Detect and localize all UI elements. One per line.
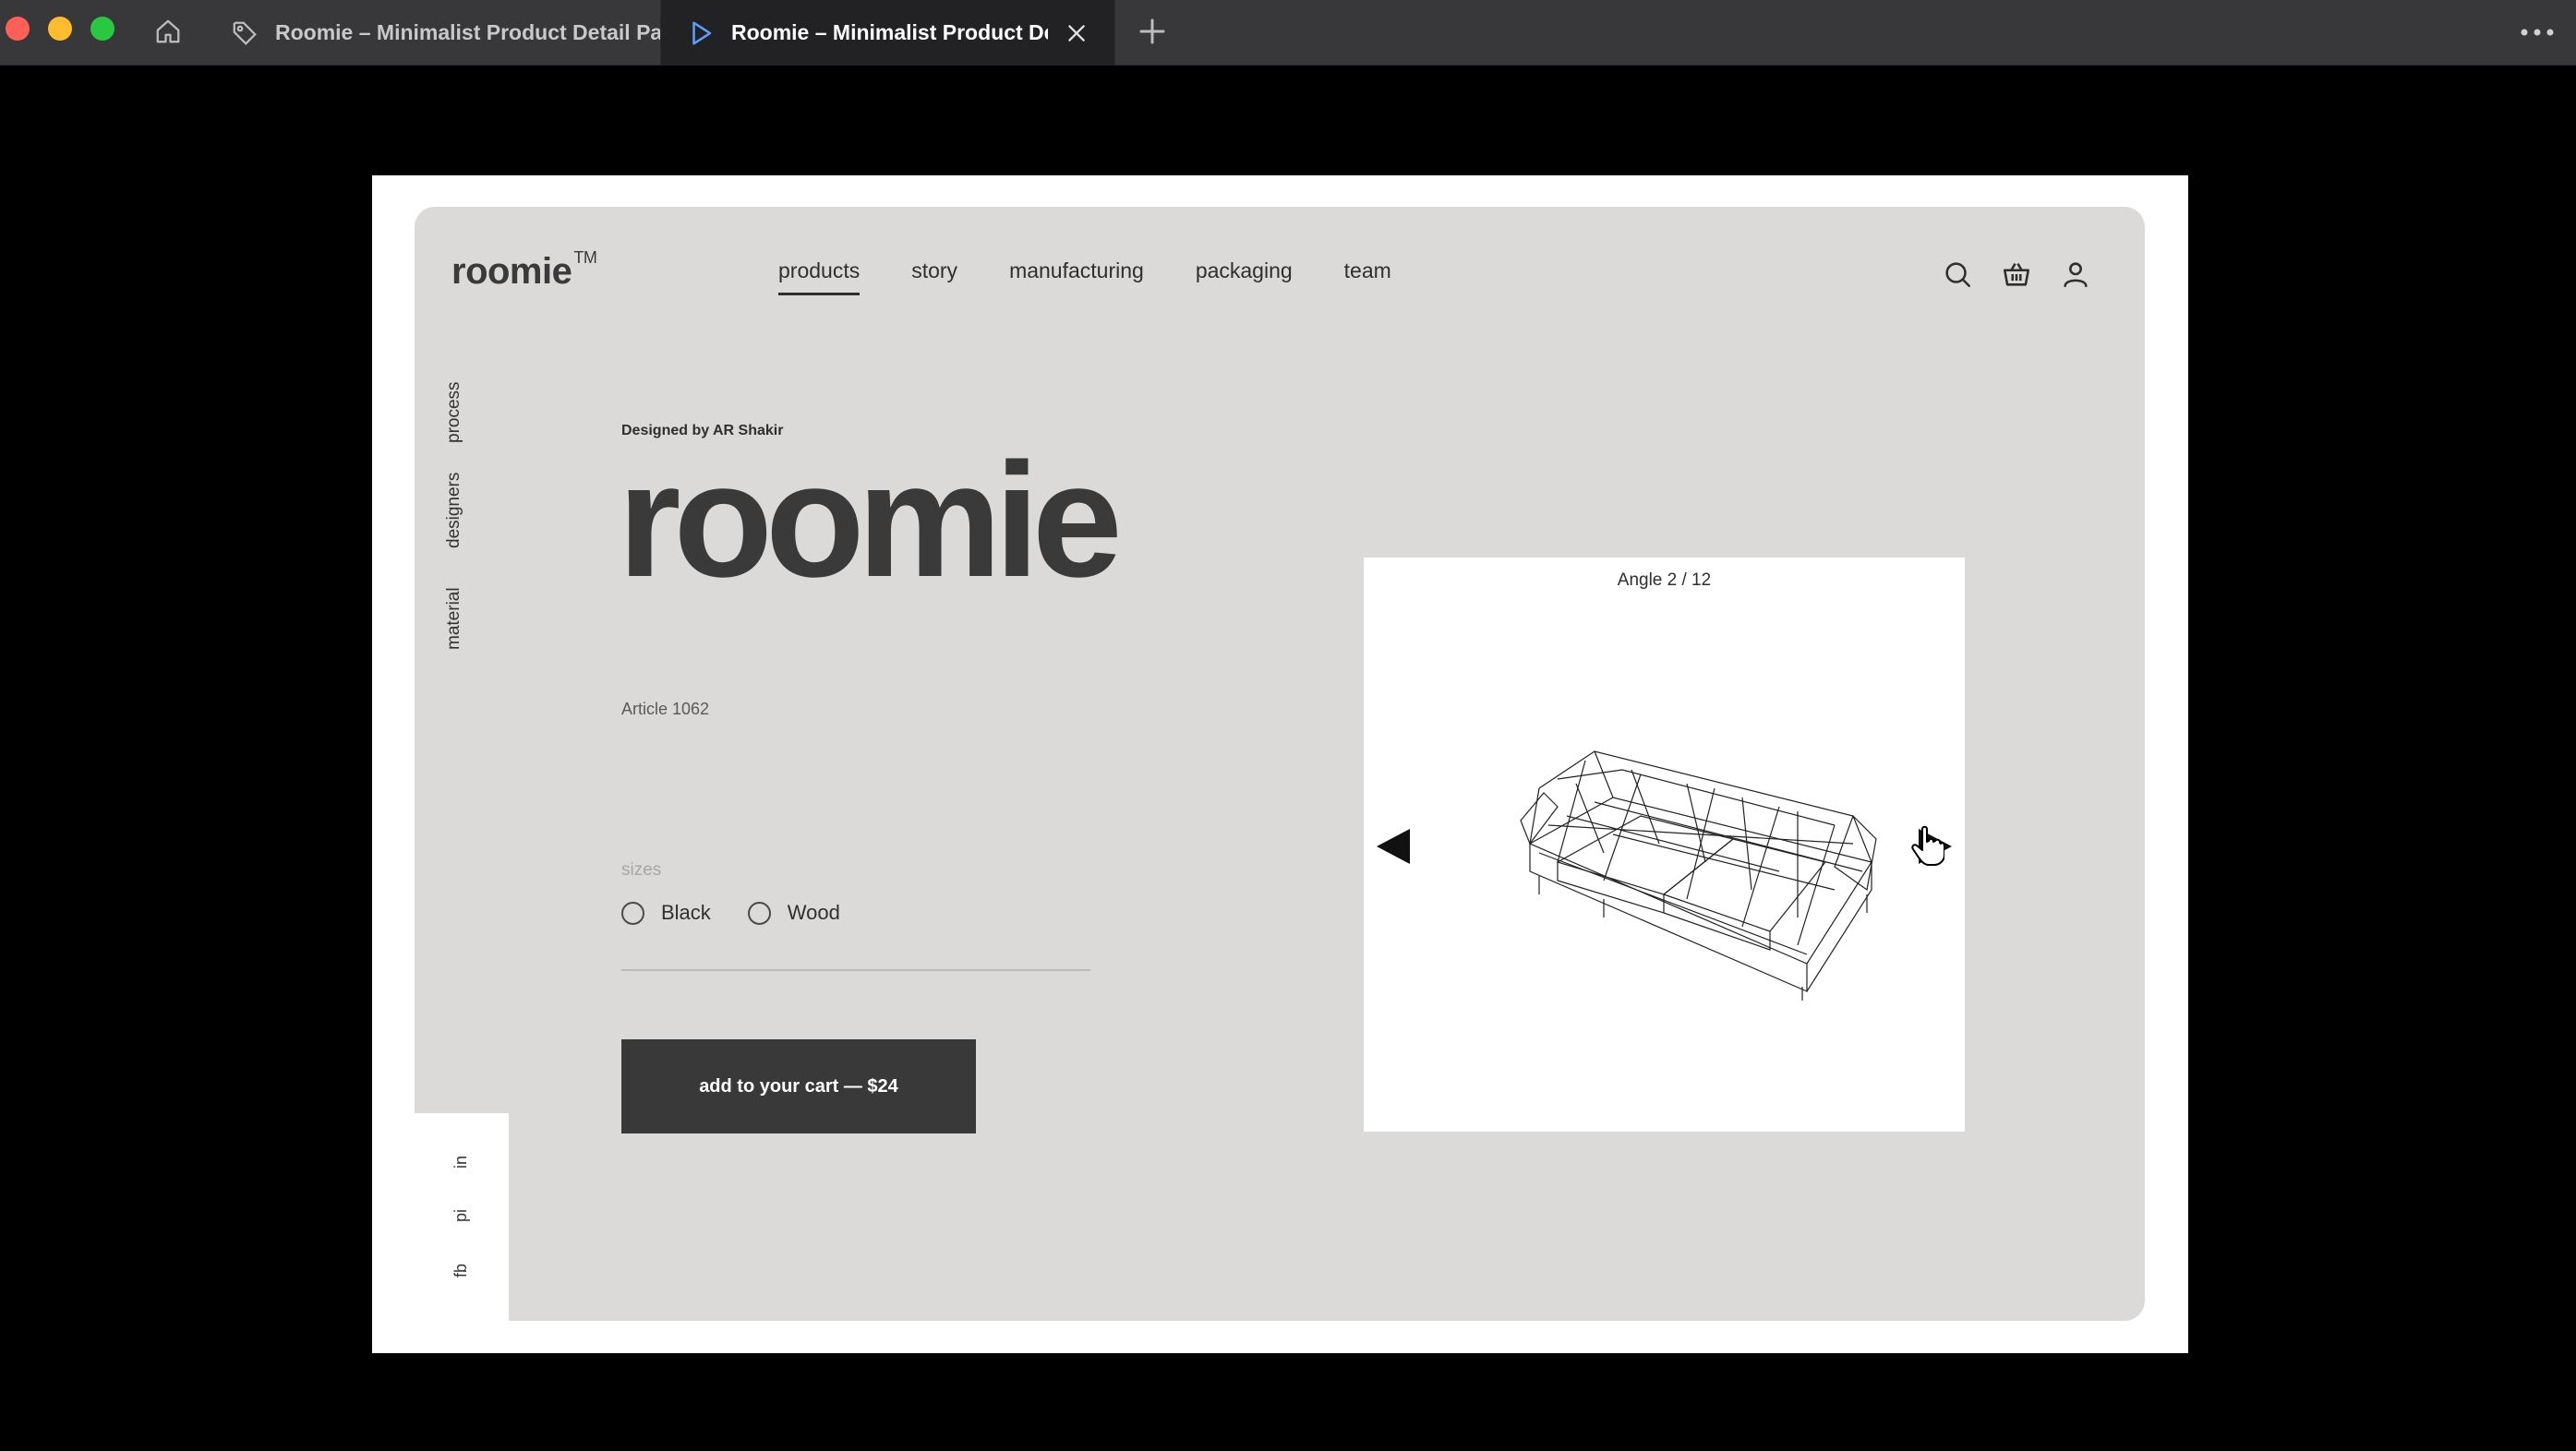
browser-chrome: Roomie – Minimalist Product Detail Page … — [0, 0, 2576, 66]
search-icon[interactable] — [1942, 258, 1973, 290]
add-to-cart-button[interactable]: add to your cart — $24 — [621, 1039, 976, 1133]
social-links: in pi fb — [415, 1113, 509, 1321]
article-number: Article 1062 — [621, 700, 710, 718]
tab-title: Roomie – Minimalist Product Detail Page — [731, 20, 1048, 44]
user-icon[interactable] — [2060, 258, 2091, 290]
social-link-pi[interactable]: pi — [451, 1209, 471, 1222]
new-tab-icon[interactable] — [1136, 15, 1169, 48]
option-wood[interactable]: Wood — [747, 901, 840, 925]
option-label: Black — [661, 901, 711, 924]
home-icon — [156, 19, 180, 43]
product-title: roomie — [618, 430, 1123, 611]
option-label: Wood — [787, 901, 840, 924]
size-options: Black Wood — [621, 901, 877, 925]
option-black[interactable]: Black — [621, 901, 711, 925]
side-link-process[interactable]: process — [444, 381, 464, 443]
nav-products[interactable]: products — [778, 258, 861, 295]
play-icon — [692, 21, 712, 44]
tag-icon — [233, 21, 257, 45]
basket-icon[interactable] — [2001, 258, 2032, 290]
divider — [621, 969, 1090, 971]
maximize-window-button[interactable] — [90, 17, 114, 41]
side-link-designers[interactable]: designers — [444, 473, 464, 548]
side-links: process designers material — [444, 378, 481, 665]
close-tab-icon[interactable] — [1065, 21, 1089, 45]
product-card: roomie TM products story manufacturing pa… — [415, 207, 2145, 1321]
side-link-material[interactable]: material — [444, 587, 464, 650]
tab-title: Roomie – Minimalist Product Detail Page — [275, 20, 660, 44]
radio-black[interactable] — [621, 901, 644, 925]
browser-tab-1[interactable]: Roomie – Minimalist Product Detail Page — [205, 0, 661, 66]
nav-packaging[interactable]: packaging — [1196, 258, 1293, 295]
minimize-window-button[interactable] — [48, 17, 72, 41]
header-actions — [1942, 258, 2091, 290]
close-window-button[interactable] — [6, 17, 30, 41]
social-link-in[interactable]: in — [451, 1156, 471, 1169]
more-options-icon[interactable] — [2519, 20, 2556, 44]
page-frame: roomie TM products story manufacturing pa… — [372, 175, 2188, 1353]
social-link-fb[interactable]: fb — [451, 1264, 471, 1277]
nav-team[interactable]: team — [1344, 258, 1391, 295]
product-viewer[interactable]: Angle 2 / 12 — [1364, 558, 1965, 1132]
home-button[interactable] — [148, 13, 188, 50]
nav-manufacturing[interactable]: manufacturing — [1009, 258, 1144, 295]
hand-cursor-icon — [1911, 825, 1944, 866]
sizes-label: sizes — [621, 860, 662, 880]
previous-angle-icon[interactable] — [1373, 825, 1415, 868]
nav-story[interactable]: story — [911, 258, 957, 295]
site-logo[interactable]: roomie TM — [451, 247, 597, 293]
browser-tab-2[interactable]: Roomie – Minimalist Product Detail Page — [661, 0, 1115, 66]
radio-wood[interactable] — [747, 901, 771, 925]
angle-indicator: Angle 2 / 12 — [1617, 570, 1712, 590]
sofa-wireframe-image — [1520, 750, 1877, 1001]
trademark-mark: TM — [573, 247, 597, 267]
logo-text: roomie — [451, 251, 572, 292]
main-nav: products story manufacturing packaging t… — [778, 258, 1443, 295]
